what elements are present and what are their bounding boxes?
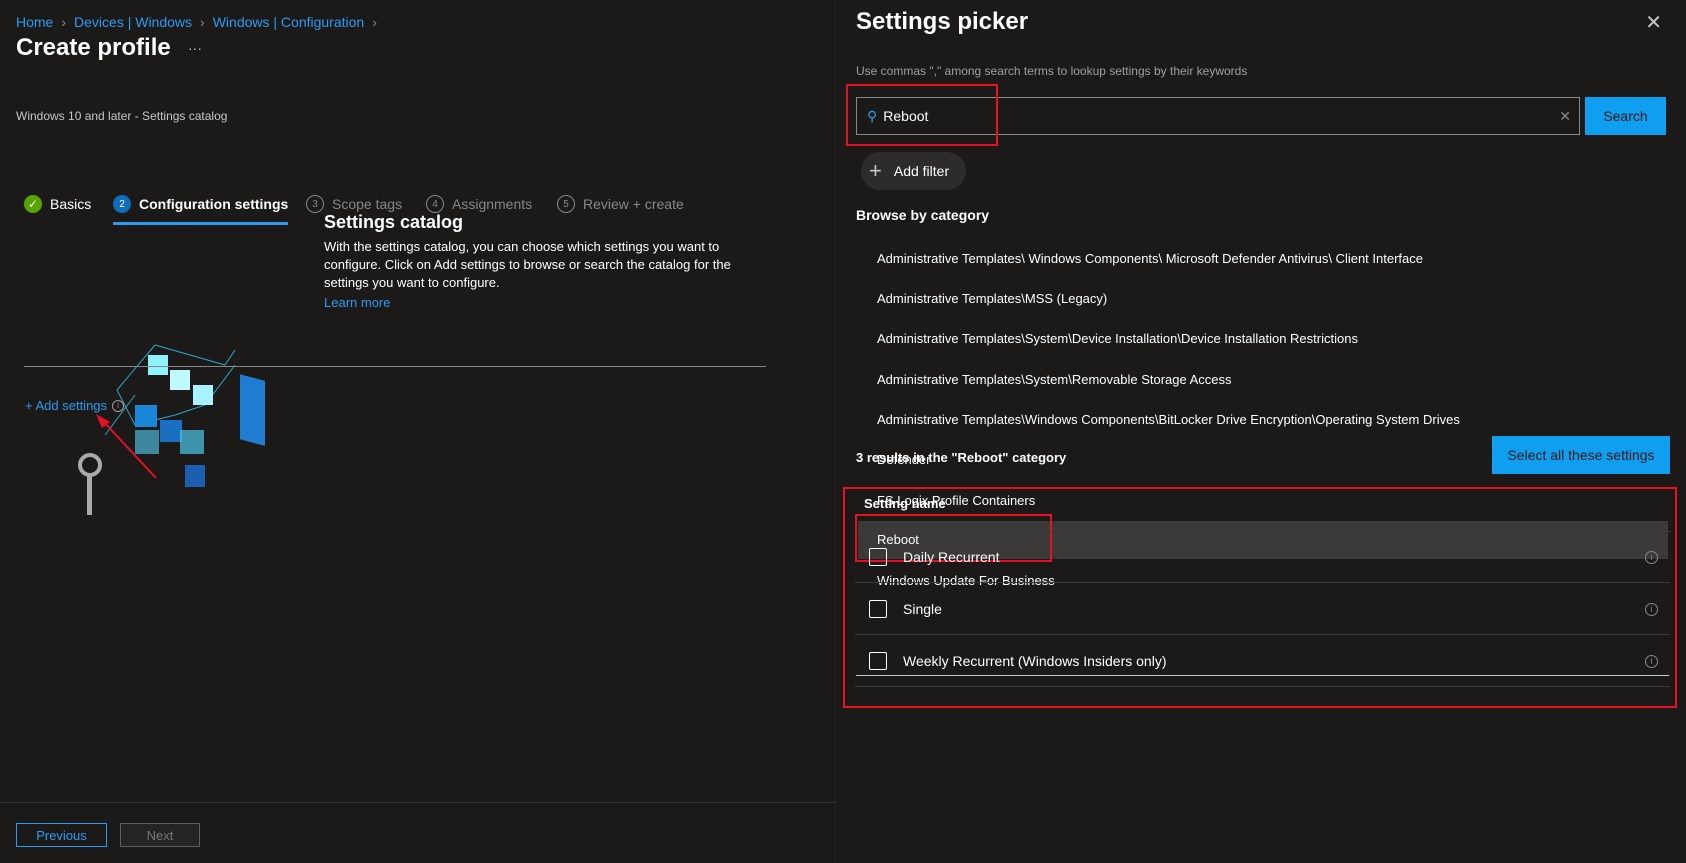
- check-icon: ✓: [24, 195, 42, 213]
- setting-name: Weekly Recurrent (Windows Insiders only): [903, 653, 1167, 669]
- previous-button[interactable]: Previous: [16, 823, 107, 847]
- settings-picker-panel: Settings picker ✕ Use commas "," among s…: [837, 0, 1686, 863]
- setting-row[interactable]: Weekly Recurrent (Windows Insiders only)…: [855, 636, 1670, 687]
- info-icon[interactable]: i: [1645, 654, 1658, 668]
- breadcrumb-devices-windows[interactable]: Devices | Windows: [74, 14, 192, 30]
- footer-divider: [0, 802, 836, 803]
- red-arrow-annotation-icon: [96, 414, 157, 479]
- step-3-icon: 3: [306, 195, 324, 213]
- chevron-right-icon: ›: [200, 14, 205, 30]
- info-icon[interactable]: i: [1645, 550, 1658, 564]
- breadcrumb: Home › Devices | Windows › Windows | Confi…: [16, 14, 377, 30]
- setting-checkbox[interactable]: [869, 600, 887, 618]
- add-filter-label: Add filter: [893, 163, 950, 179]
- catalog-description: With the settings catalog, you can choos…: [324, 239, 731, 290]
- category-item[interactable]: Administrative Templates\System\Removabl…: [877, 361, 1686, 399]
- tab-scope-tags[interactable]: 3 Scope tags: [306, 195, 402, 213]
- more-options-button[interactable]: ···: [188, 40, 202, 56]
- page-title: Create profile: [16, 34, 171, 61]
- breadcrumb-windows-configuration[interactable]: Windows | Configuration: [213, 14, 364, 30]
- setting-name: Daily Recurrent: [903, 549, 1000, 565]
- step-2-icon: 2: [113, 195, 131, 213]
- tab-basics[interactable]: ✓ Basics: [24, 195, 91, 213]
- browse-heading: Browse by category: [856, 207, 990, 223]
- divider: [24, 366, 766, 367]
- setting-checkbox[interactable]: [869, 652, 887, 670]
- search-button[interactable]: Search: [1585, 97, 1666, 135]
- tab-label: Basics: [50, 196, 92, 212]
- chevron-right-icon: ›: [372, 14, 377, 30]
- create-profile-blade: Home › Devices | Windows › Windows | Confi…: [0, 0, 836, 863]
- close-icon[interactable]: ✕: [1645, 10, 1662, 35]
- setting-row[interactable]: Daily Recurrent i: [855, 532, 1670, 583]
- breadcrumb-home[interactable]: Home: [16, 14, 53, 30]
- add-settings-link[interactable]: + Add settings: [25, 398, 107, 413]
- chevron-right-icon: ›: [61, 14, 67, 30]
- learn-more-link[interactable]: Learn more: [324, 295, 390, 310]
- tab-configuration-settings[interactable]: 2 Configuration settings: [113, 195, 289, 225]
- column-header-setting-name: Setting name: [864, 496, 946, 511]
- category-item[interactable]: Administrative Templates\ Windows Compon…: [877, 240, 1686, 278]
- search-highlight-box: [846, 84, 998, 146]
- info-icon[interactable]: i: [1645, 602, 1658, 616]
- results-count: 3 results in the "Reboot" category: [856, 450, 1067, 465]
- setting-row[interactable]: Single i: [855, 584, 1670, 635]
- step-4-icon: 4: [426, 195, 444, 213]
- tab-label: Scope tags: [332, 196, 403, 212]
- select-all-button[interactable]: Select all these settings: [1492, 436, 1670, 474]
- add-filter-button[interactable]: + Add filter: [861, 152, 966, 190]
- setting-name: Single: [903, 601, 942, 617]
- category-item[interactable]: Administrative Templates\Windows Compone…: [877, 401, 1686, 439]
- next-button[interactable]: Next: [120, 823, 200, 847]
- tab-label: Review + create: [583, 196, 684, 212]
- tab-label: Assignments: [452, 196, 533, 212]
- setting-checkbox[interactable]: [869, 548, 887, 566]
- picker-title: Settings picker: [856, 8, 1029, 35]
- category-item[interactable]: Administrative Templates\MSS (Legacy): [877, 280, 1686, 318]
- tab-review-create[interactable]: 5 Review + create: [557, 195, 684, 213]
- page-subtitle: Windows 10 and later - Settings catalog: [16, 109, 228, 123]
- tab-label: Configuration settings: [139, 196, 289, 212]
- picker-hint: Use commas "," among search terms to loo…: [856, 64, 1248, 78]
- info-icon: i: [112, 399, 125, 412]
- clear-icon[interactable]: ✕: [1559, 108, 1571, 125]
- step-5-icon: 5: [557, 195, 575, 213]
- category-item[interactable]: Administrative Templates\System\Device I…: [877, 320, 1686, 358]
- catalog-heading: Settings catalog: [324, 212, 464, 232]
- tab-assignments[interactable]: 4 Assignments: [426, 195, 532, 213]
- plus-icon: +: [869, 158, 882, 183]
